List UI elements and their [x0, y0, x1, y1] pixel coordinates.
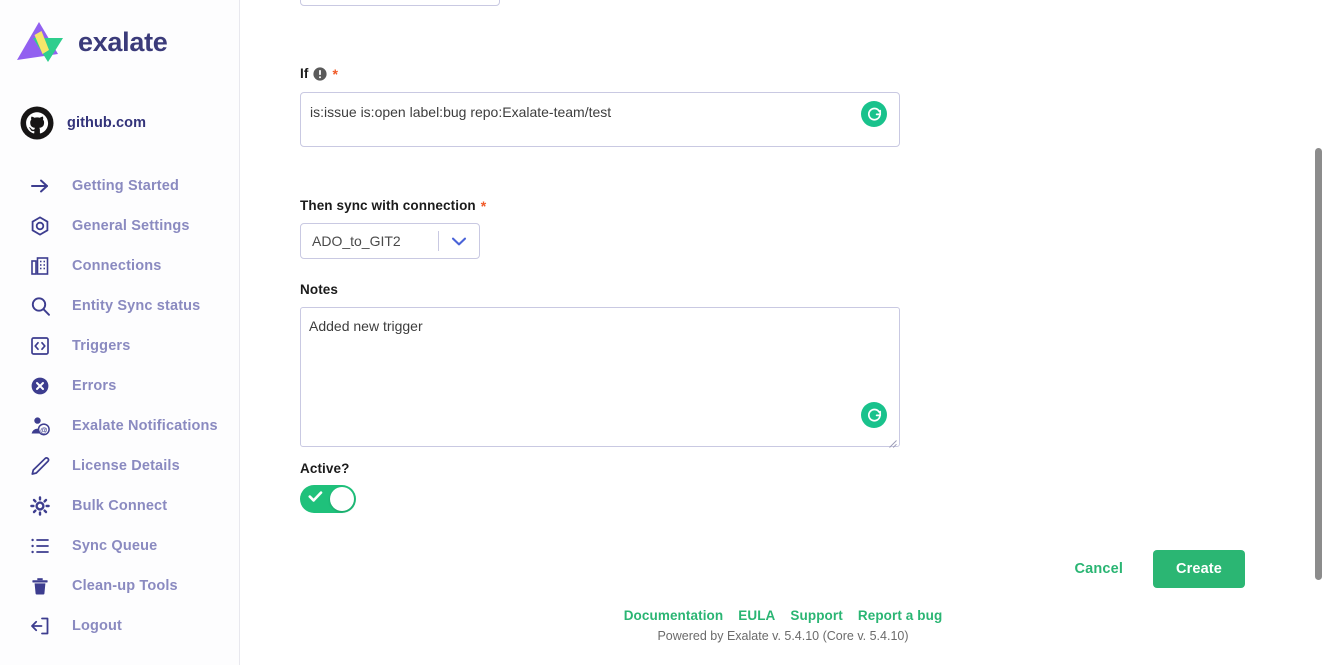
svg-text:@: @	[40, 426, 47, 435]
sidebar-item-label: Bulk Connect	[72, 498, 168, 514]
active-field-group: Active?	[300, 461, 356, 513]
sidebar-item-general-settings[interactable]: General Settings	[0, 206, 240, 246]
if-input-wrapper	[300, 92, 900, 147]
if-field-group: If *	[300, 66, 900, 147]
notes-field-group: Notes Added new trigger	[300, 282, 900, 448]
instance-label: github.com	[67, 115, 147, 131]
trash-icon	[28, 575, 52, 597]
connection-field-group: Then sync with connection * ADO_to_GIT2	[300, 198, 486, 259]
create-button[interactable]: Create	[1153, 550, 1245, 588]
partial-field-above[interactable]	[300, 0, 500, 6]
github-icon	[20, 106, 54, 140]
if-label-text: If	[300, 66, 309, 81]
footer-version-text: Powered by Exalate v. 5.4.10 (Core v. 5.…	[657, 629, 909, 643]
building-icon	[28, 255, 52, 277]
sidebar-item-label: License Details	[72, 458, 180, 474]
gear-hex-icon	[28, 215, 52, 237]
sidebar-item-license-details[interactable]: License Details	[0, 446, 240, 486]
sidebar-item-logout[interactable]: Logout	[0, 606, 240, 646]
notes-field-label: Notes	[300, 282, 900, 297]
footer-link-documentation[interactable]: Documentation	[624, 608, 724, 623]
sidebar-item-label: Sync Queue	[72, 538, 158, 554]
connection-field-label: Then sync with connection *	[300, 198, 486, 213]
sidebar-item-entity-sync-status[interactable]: Entity Sync status	[0, 286, 240, 326]
sidebar-item-label: Errors	[72, 378, 117, 394]
list-icon	[28, 535, 52, 557]
cancel-button[interactable]: Cancel	[1071, 555, 1127, 583]
sidebar-item-label: Logout	[72, 618, 123, 634]
notes-textarea[interactable]: Added new trigger	[309, 317, 869, 427]
brand-name: exalate	[78, 26, 168, 57]
sidebar-item-connections[interactable]: Connections	[0, 246, 240, 286]
sidebar-item-clean-up-tools[interactable]: Clean-up Tools	[0, 566, 240, 606]
footer-link-eula[interactable]: EULA	[738, 608, 775, 623]
if-required-marker: *	[332, 65, 339, 82]
sidebar-item-sync-queue[interactable]: Sync Queue	[0, 526, 240, 566]
chevron-down-icon[interactable]	[439, 236, 479, 247]
sidebar-item-getting-started[interactable]: Getting Started	[0, 166, 240, 206]
active-toggle[interactable]	[300, 485, 356, 513]
app-window: exalate github.com Getting Started Gener…	[0, 0, 1326, 665]
sidebar-item-label: Entity Sync status	[72, 298, 201, 314]
instance-row[interactable]: github.com	[20, 106, 146, 140]
footer-links: Documentation EULA Support Report a bug	[240, 608, 1326, 623]
brand[interactable]: exalate	[14, 20, 168, 64]
logout-icon	[28, 615, 52, 637]
sidebar-item-triggers[interactable]: Triggers	[0, 326, 240, 366]
sidebar-item-errors[interactable]: Errors	[0, 366, 240, 406]
refresh-circle-icon[interactable]	[861, 402, 887, 428]
sidebar: exalate github.com Getting Started Gener…	[0, 0, 240, 665]
active-label-text: Active?	[300, 461, 350, 476]
sidebar-item-bulk-connect[interactable]: Bulk Connect	[0, 486, 240, 526]
sidebar-item-label: Triggers	[72, 338, 131, 354]
search-icon	[28, 295, 52, 317]
connection-selected-value: ADO_to_GIT2	[312, 233, 401, 249]
gear-icon	[28, 495, 52, 517]
sidebar-item-label: General Settings	[72, 218, 190, 234]
arrow-right-icon	[28, 175, 52, 197]
sidebar-nav: Getting Started General Settings Connect…	[0, 166, 240, 646]
pencil-icon	[28, 455, 52, 477]
scrollbar-track[interactable]	[1311, 0, 1326, 665]
if-field-label: If *	[300, 66, 900, 81]
notes-wrapper: Added new trigger	[300, 307, 900, 448]
error-x-circle-icon	[28, 375, 52, 397]
sidebar-item-label: Connections	[72, 258, 162, 274]
footer: Documentation EULA Support Report a bug …	[240, 608, 1326, 643]
sidebar-item-exalate-notifications[interactable]: @ Exalate Notifications	[0, 406, 240, 446]
resize-grip-icon[interactable]	[888, 435, 897, 448]
active-field-label: Active?	[300, 461, 356, 476]
exalate-triangles-logo-icon	[14, 20, 66, 64]
info-circle-icon[interactable]	[313, 66, 328, 81]
toggle-knob	[330, 487, 354, 511]
connection-label-text: Then sync with connection	[300, 198, 476, 213]
scrollbar-thumb[interactable]	[1315, 148, 1322, 580]
footer-link-support[interactable]: Support	[790, 608, 842, 623]
footer-link-report-a-bug[interactable]: Report a bug	[858, 608, 942, 623]
refresh-circle-icon[interactable]	[861, 101, 887, 127]
form-actions: Cancel Create	[1071, 550, 1245, 588]
connection-required-marker: *	[480, 197, 487, 214]
sidebar-item-label: Exalate Notifications	[72, 418, 218, 434]
sidebar-item-label: Clean-up Tools	[72, 578, 178, 594]
code-brackets-icon	[28, 335, 52, 357]
if-search-input[interactable]	[310, 104, 850, 120]
check-icon	[308, 490, 323, 508]
connection-select[interactable]: ADO_to_GIT2	[300, 223, 480, 259]
notes-label-text: Notes	[300, 282, 339, 297]
sidebar-item-label: Getting Started	[72, 178, 179, 194]
user-at-icon: @	[28, 415, 52, 437]
main-content: If * is:issue is:open label:bug repo:Exa…	[240, 0, 1326, 665]
